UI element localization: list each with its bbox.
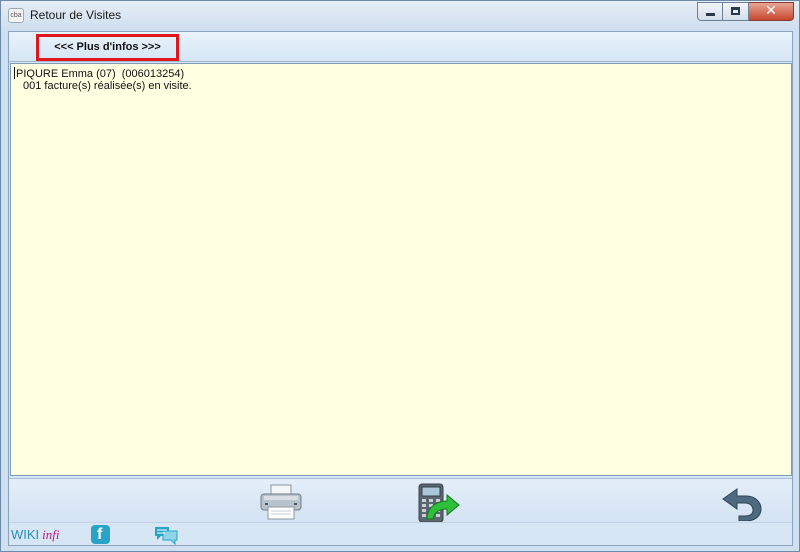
text-caret <box>14 67 15 79</box>
chat-button[interactable] <box>154 525 178 546</box>
maximize-icon <box>731 7 740 15</box>
chat-icon <box>155 527 178 546</box>
main-panel: <<< Plus d'infos >>> PIQURE Emma (07) (0… <box>8 31 793 546</box>
terminal-transfer-icon <box>418 483 460 523</box>
bottom-toolbar <box>9 478 792 523</box>
printer-icon <box>260 484 302 520</box>
close-icon: ✕ <box>765 3 777 19</box>
info-bar: <<< Plus d'infos >>> <box>9 32 792 62</box>
facebook-letter: f <box>97 526 103 543</box>
print-button[interactable] <box>257 483 305 521</box>
title-bar[interactable]: cba Retour de Visites ✕ <box>1 1 799 29</box>
maximize-button[interactable] <box>723 2 749 21</box>
undo-arrow-icon <box>722 488 762 522</box>
infi-label: infi <box>42 527 60 542</box>
close-button[interactable]: ✕ <box>749 2 794 21</box>
patient-line: PIQURE Emma (07) (006013254) <box>14 67 184 80</box>
footer-bar: WIKI infi f <box>9 522 792 546</box>
minimize-button[interactable] <box>697 2 723 21</box>
visit-report-textarea[interactable]: PIQURE Emma (07) (006013254) 001 facture… <box>10 63 792 476</box>
window: cba Retour de Visites ✕ <<< Plus d'infos… <box>0 0 800 552</box>
send-to-terminal-button[interactable] <box>413 483 461 523</box>
more-info-button[interactable]: <<< Plus d'infos >>> <box>36 34 179 61</box>
window-title: Retour de Visites <box>30 8 122 22</box>
wiki-infi-link[interactable]: WIKI infi <box>11 527 60 543</box>
minimize-icon <box>706 13 715 16</box>
window-controls: ✕ <box>697 2 794 21</box>
patient-text: PIQURE Emma (07) (006013254) <box>16 68 185 80</box>
invoice-count-line: 001 facture(s) réalisée(s) en visite. <box>23 80 192 92</box>
app-icon: cba <box>8 8 24 23</box>
back-button[interactable] <box>717 483 765 522</box>
wiki-label: WIKI <box>11 527 40 542</box>
facebook-icon[interactable]: f <box>91 525 110 544</box>
